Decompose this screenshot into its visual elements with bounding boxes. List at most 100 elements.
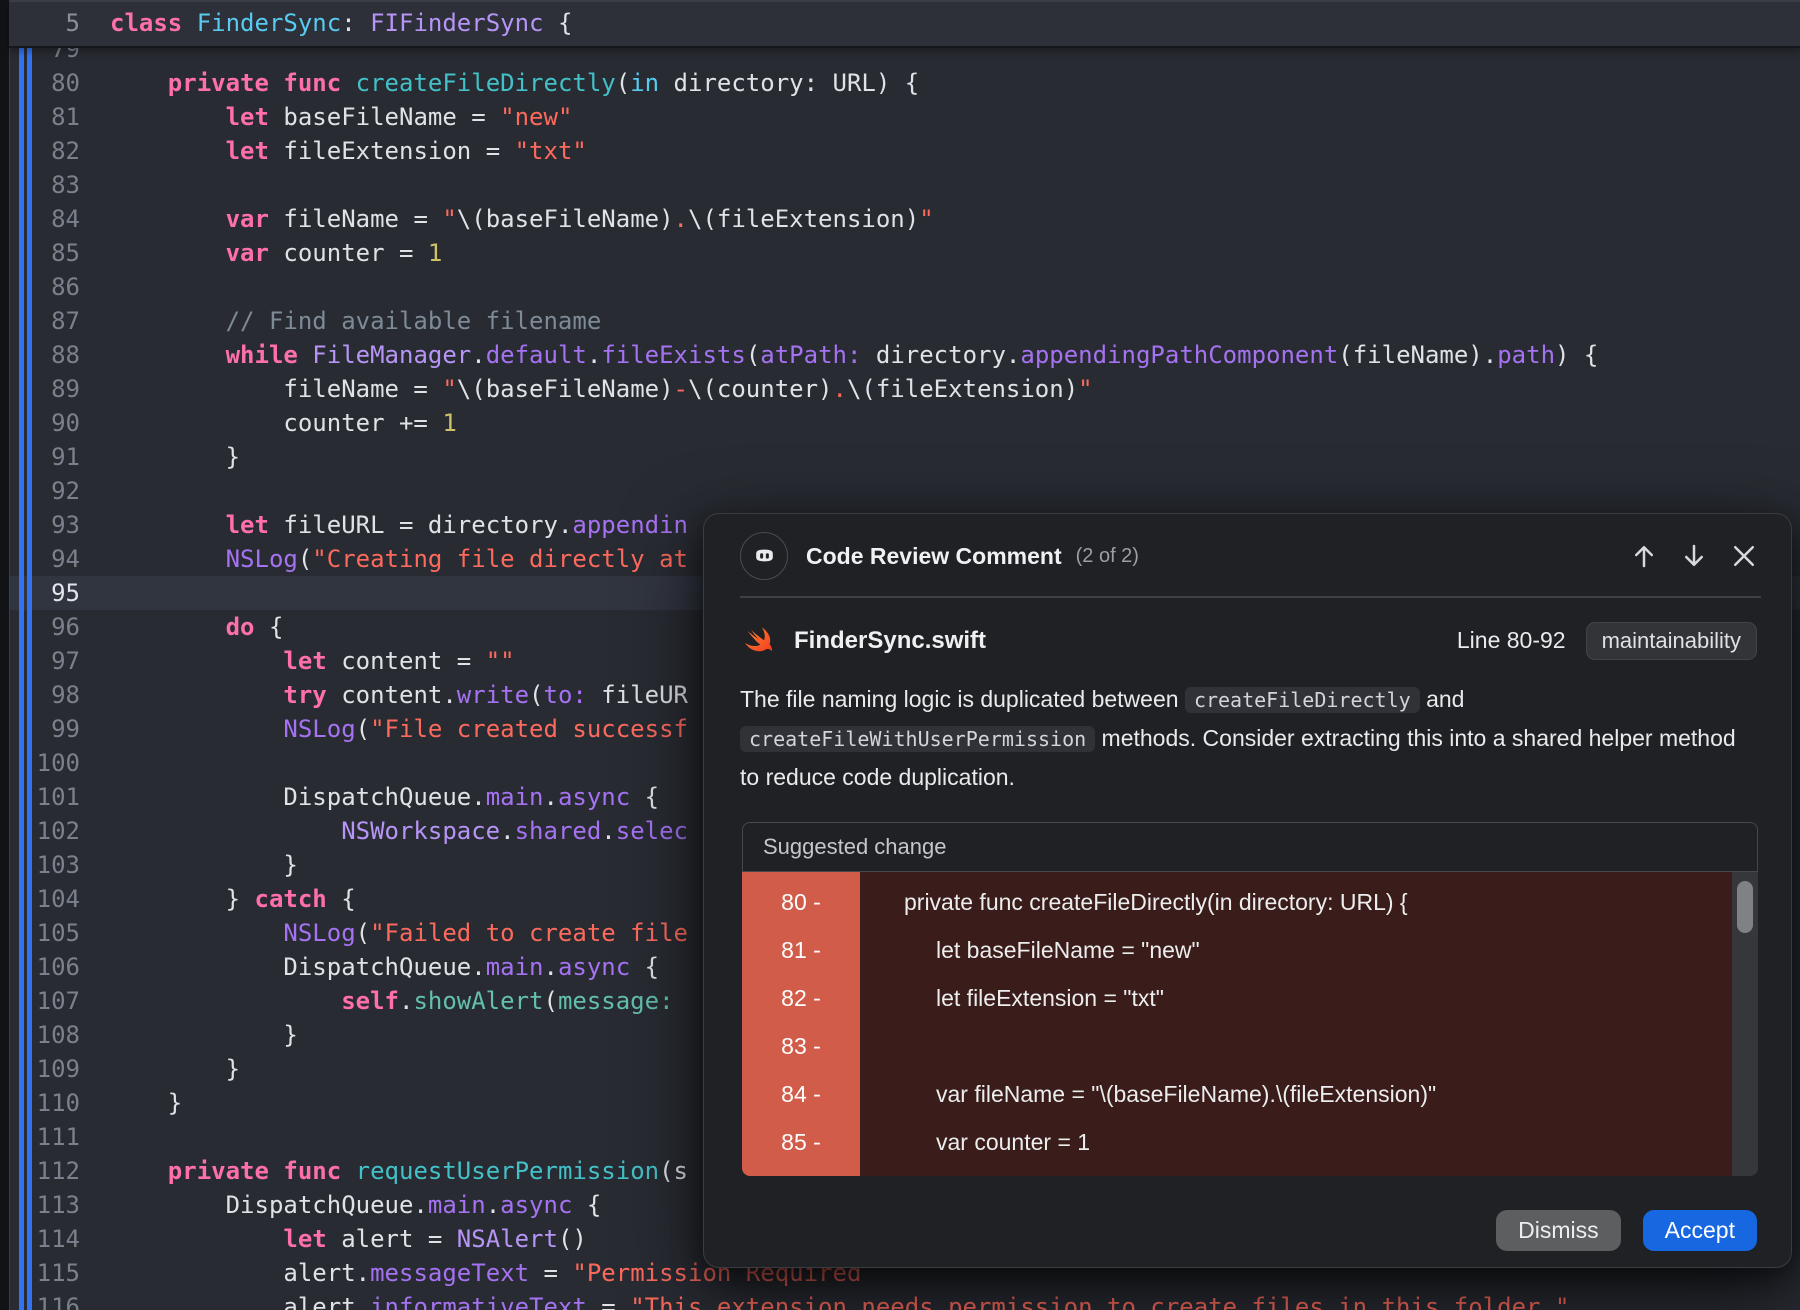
category-badge: maintainability <box>1586 622 1757 660</box>
code-line[interactable]: 82 let fileExtension = "txt" <box>0 134 1800 168</box>
close-icon <box>1729 541 1759 571</box>
code-line[interactable]: 83 <box>0 168 1800 202</box>
code-text: let baseFileName = "new" <box>110 100 572 134</box>
code-line[interactable]: 89 fileName = "\(baseFileName)-\(counter… <box>0 372 1800 406</box>
swift-logo-icon <box>740 622 778 660</box>
header-divider <box>740 596 1761 598</box>
sticky-scope-header[interactable]: 5 class FinderSync: FIFinderSync { <box>9 0 1800 48</box>
code-text: } <box>110 440 240 474</box>
line-number: 95 <box>0 576 80 610</box>
close-button[interactable] <box>1727 539 1761 573</box>
line-number: 94 <box>0 542 80 576</box>
code-text: DispatchQueue.main.async { <box>110 950 659 984</box>
code-line[interactable]: 86 <box>0 270 1800 304</box>
arrow-down-icon <box>1679 541 1709 571</box>
robot-icon <box>740 532 788 580</box>
line-number: 111 <box>0 1120 80 1154</box>
suggested-change-label: Suggested change <box>742 822 1758 872</box>
file-info-row: FinderSync.swift Line 80-92 maintainabil… <box>740 622 1757 660</box>
code-text: let alert = NSAlert() <box>110 1222 587 1256</box>
accept-button[interactable]: Accept <box>1643 1210 1757 1251</box>
line-number: 89 <box>0 372 80 406</box>
code-text: do { <box>110 610 283 644</box>
diff-row: 81 -let baseFileName = "new" <box>742 927 1758 975</box>
code-line[interactable]: 92 <box>0 474 1800 508</box>
code-line[interactable]: 88 while FileManager.default.fileExists(… <box>0 338 1800 372</box>
code-editor-window: 7980 private func createFileDirectly(in … <box>0 0 1800 1310</box>
code-text: var fileName = "\(baseFileName).\(fileEx… <box>110 202 934 236</box>
line-number: 98 <box>0 678 80 712</box>
code-line[interactable]: 84 var fileName = "\(baseFileName).\(fil… <box>0 202 1800 236</box>
diff-row: 80 -private func createFileDirectly(in d… <box>742 879 1758 927</box>
line-number: 108 <box>0 1018 80 1052</box>
code-text: } <box>110 848 298 882</box>
line-number: 104 <box>0 882 80 916</box>
arrow-up-icon <box>1629 541 1659 571</box>
code-text: private func requestUserPermission(s <box>110 1154 688 1188</box>
diff-block: 80 -private func createFileDirectly(in d… <box>742 872 1758 1176</box>
code-text: var counter = 1 <box>110 236 442 270</box>
line-number: 102 <box>0 814 80 848</box>
code-text: private func createFileDirectly(in direc… <box>110 66 919 100</box>
code-line[interactable]: 90 counter += 1 <box>0 406 1800 440</box>
popup-header: Code Review Comment (2 of 2) <box>704 514 1791 592</box>
code-text: DispatchQueue.main.async { <box>110 780 659 814</box>
code-text: // Find available filename <box>110 304 601 338</box>
code-line[interactable]: 87 // Find available filename <box>0 304 1800 338</box>
line-number: 81 <box>0 100 80 134</box>
file-name: FinderSync.swift <box>794 627 986 655</box>
line-number: 107 <box>0 984 80 1018</box>
comment-text: The file naming logic is duplicated betw… <box>740 686 1185 712</box>
code-text: let content = "" <box>110 644 515 678</box>
diff-scrollbar-thumb[interactable] <box>1737 881 1753 933</box>
diff-code: let baseFileName = "new" <box>860 937 1200 964</box>
line-range: Line 80-92 <box>1457 627 1566 654</box>
code-line[interactable]: 116 alert.informativeText = "This extens… <box>0 1290 1800 1310</box>
code-text: self.showAlert(message: <box>110 984 674 1018</box>
inline-code: createFileDirectly <box>1185 687 1420 713</box>
diff-line-number: 83 - <box>742 1033 860 1060</box>
line-number: 97 <box>0 644 80 678</box>
line-number: 106 <box>0 950 80 984</box>
diff-line-number: 85 - <box>742 1129 860 1156</box>
line-number: 99 <box>0 712 80 746</box>
code-text: NSLog("Failed to create file <box>110 916 688 950</box>
popup-title: Code Review Comment <box>806 543 1062 570</box>
line-number: 115 <box>0 1256 80 1290</box>
comment-body: The file naming logic is duplicated betw… <box>740 680 1757 796</box>
line-number: 88 <box>0 338 80 372</box>
diff-code: var counter = 1 <box>860 1129 1090 1156</box>
line-number: 90 <box>0 406 80 440</box>
line-number: 87 <box>0 304 80 338</box>
code-text: } <box>110 1086 182 1120</box>
suggested-change-section: Suggested change 80 -private func create… <box>742 822 1758 1176</box>
next-comment-button[interactable] <box>1677 539 1711 573</box>
code-line[interactable]: 85 var counter = 1 <box>0 236 1800 270</box>
line-number: 92 <box>0 474 80 508</box>
line-number: 109 <box>0 1052 80 1086</box>
line-number: 85 <box>0 236 80 270</box>
diff-code: private func createFileDirectly(in direc… <box>860 889 1408 916</box>
line-number: 86 <box>0 270 80 304</box>
previous-comment-button[interactable] <box>1627 539 1661 573</box>
code-line[interactable]: 81 let baseFileName = "new" <box>0 100 1800 134</box>
window-edge-strip <box>0 0 9 1310</box>
line-number: 103 <box>0 848 80 882</box>
diff-line-number: 81 - <box>742 937 860 964</box>
code-line[interactable]: 80 private func createFileDirectly(in di… <box>0 66 1800 100</box>
line-number: 100 <box>0 746 80 780</box>
code-text: fileName = "\(baseFileName)-\(counter).\… <box>110 372 1093 406</box>
sticky-line-number: 5 <box>9 2 80 46</box>
diff-row: 85 -var counter = 1 <box>742 1119 1758 1167</box>
change-indicator-bar <box>19 46 24 1310</box>
code-text: NSLog("Creating file directly at <box>110 542 688 576</box>
code-text: let fileExtension = "txt" <box>110 134 587 168</box>
line-number: 93 <box>0 508 80 542</box>
line-number: 110 <box>0 1086 80 1120</box>
dismiss-button[interactable]: Dismiss <box>1496 1210 1621 1251</box>
code-text: alert.informativeText = "This extension … <box>110 1290 1569 1310</box>
code-line[interactable]: 91 } <box>0 440 1800 474</box>
code-text: try content.write(to: fileUR <box>110 678 688 712</box>
diff-scrollbar-track[interactable] <box>1732 872 1758 1176</box>
diff-line-number: 84 - <box>742 1081 860 1108</box>
